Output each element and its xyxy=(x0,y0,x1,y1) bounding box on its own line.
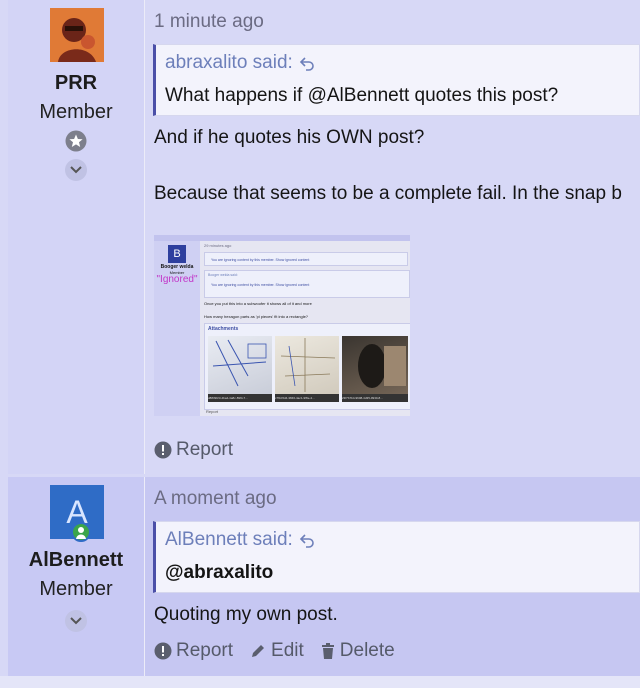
attachment-thumb-2[interactable]: c7f1b5d4-3846-4ac1-9f8e-4... xyxy=(275,336,339,402)
quote-header[interactable]: AlBennett said: xyxy=(165,529,315,551)
user-info: PRR Member xyxy=(8,0,145,474)
quote-text: @abraxalito xyxy=(165,562,274,583)
user-title: Member xyxy=(39,578,113,600)
page-footer-strip xyxy=(0,676,640,688)
quote-header[interactable]: abraxalito said: xyxy=(165,52,315,74)
mini-timestamp: 29 minutes ago xyxy=(204,243,232,248)
mini-attachments-box: Attachments d8839f23-4ba4-4a8c-89f4-7...… xyxy=(204,323,410,410)
mini-quote: Booger welda said: You are ignoring cont… xyxy=(204,270,410,298)
report-label: Report xyxy=(176,640,234,661)
report-button[interactable]: Report xyxy=(154,640,233,662)
post-text-line: Quoting my own post. xyxy=(154,604,338,625)
mini-report-link: Report xyxy=(206,409,219,414)
delete-label: Delete xyxy=(339,640,395,661)
attachment-image[interactable]: B Booger welda Member "Ignored" 29 minut… xyxy=(154,235,410,416)
jump-to-quote-icon[interactable] xyxy=(299,55,315,71)
report-label: Report xyxy=(176,439,234,460)
post-actions: Report xyxy=(154,439,233,461)
mini-avatar: B xyxy=(168,245,186,263)
chevron-down-icon[interactable] xyxy=(65,610,87,632)
online-status-icon xyxy=(71,522,91,542)
report-icon xyxy=(154,441,172,459)
post: PRR Member 1 minute ago abraxalito said:… xyxy=(8,0,640,474)
ignored-notice: You are ignoring content by this member.… xyxy=(204,252,408,266)
avatar[interactable] xyxy=(50,8,104,62)
star-badge-icon xyxy=(65,130,87,152)
user-title: Member xyxy=(39,101,113,123)
quote-author[interactable]: AlBennett said: xyxy=(165,529,293,551)
quote-block: abraxalito said: What happens if @AlBenn… xyxy=(153,44,640,116)
edit-button[interactable]: Edit xyxy=(249,640,304,662)
edit-label: Edit xyxy=(271,640,304,661)
post-content: 1 minute ago abraxalito said: What happe… xyxy=(145,0,640,474)
attachment-thumb-1[interactable]: d8839f23-4ba4-4a8c-89f4-7... xyxy=(208,336,272,402)
ignored-label: "Ignored" xyxy=(156,274,198,285)
mini-text-line: How many hexagon parts as 'pi pieces' fi… xyxy=(204,314,309,319)
attachment-thumb-3[interactable]: 23f7b7b4-9608-4d35-9930-8... xyxy=(342,336,408,402)
report-button[interactable]: Report xyxy=(154,439,233,461)
quote-block: AlBennett said: @abraxalito xyxy=(153,521,640,593)
delete-button[interactable]: Delete xyxy=(320,640,395,662)
post-content: A moment ago AlBennett said: @abraxalito… xyxy=(145,477,640,676)
avatar-image xyxy=(50,8,104,62)
trash-icon xyxy=(321,643,334,659)
quote-author[interactable]: abraxalito said: xyxy=(165,52,293,74)
username[interactable]: PRR xyxy=(8,72,144,95)
post: A AlBennett Member A moment ago AlBennet… xyxy=(8,477,640,676)
mini-text-line: Once you put this into a subwoofer it sh… xyxy=(204,301,312,306)
post-actions: Report Edit Delete xyxy=(154,640,395,662)
report-icon xyxy=(154,642,172,660)
quote-text: What happens if @AlBennett quotes this p… xyxy=(165,85,559,106)
username[interactable]: AlBennett xyxy=(8,549,144,572)
post-text-line: Because that seems to be a complete fail… xyxy=(154,183,622,204)
user-info: A AlBennett Member xyxy=(8,477,145,676)
post-text-line: And if he quotes his OWN post? xyxy=(154,127,425,148)
post-timestamp[interactable]: A moment ago xyxy=(154,488,277,510)
post-timestamp[interactable]: 1 minute ago xyxy=(154,11,264,33)
jump-to-quote-icon[interactable] xyxy=(299,532,315,548)
chevron-down-icon[interactable] xyxy=(65,159,87,181)
pencil-icon xyxy=(252,645,265,657)
